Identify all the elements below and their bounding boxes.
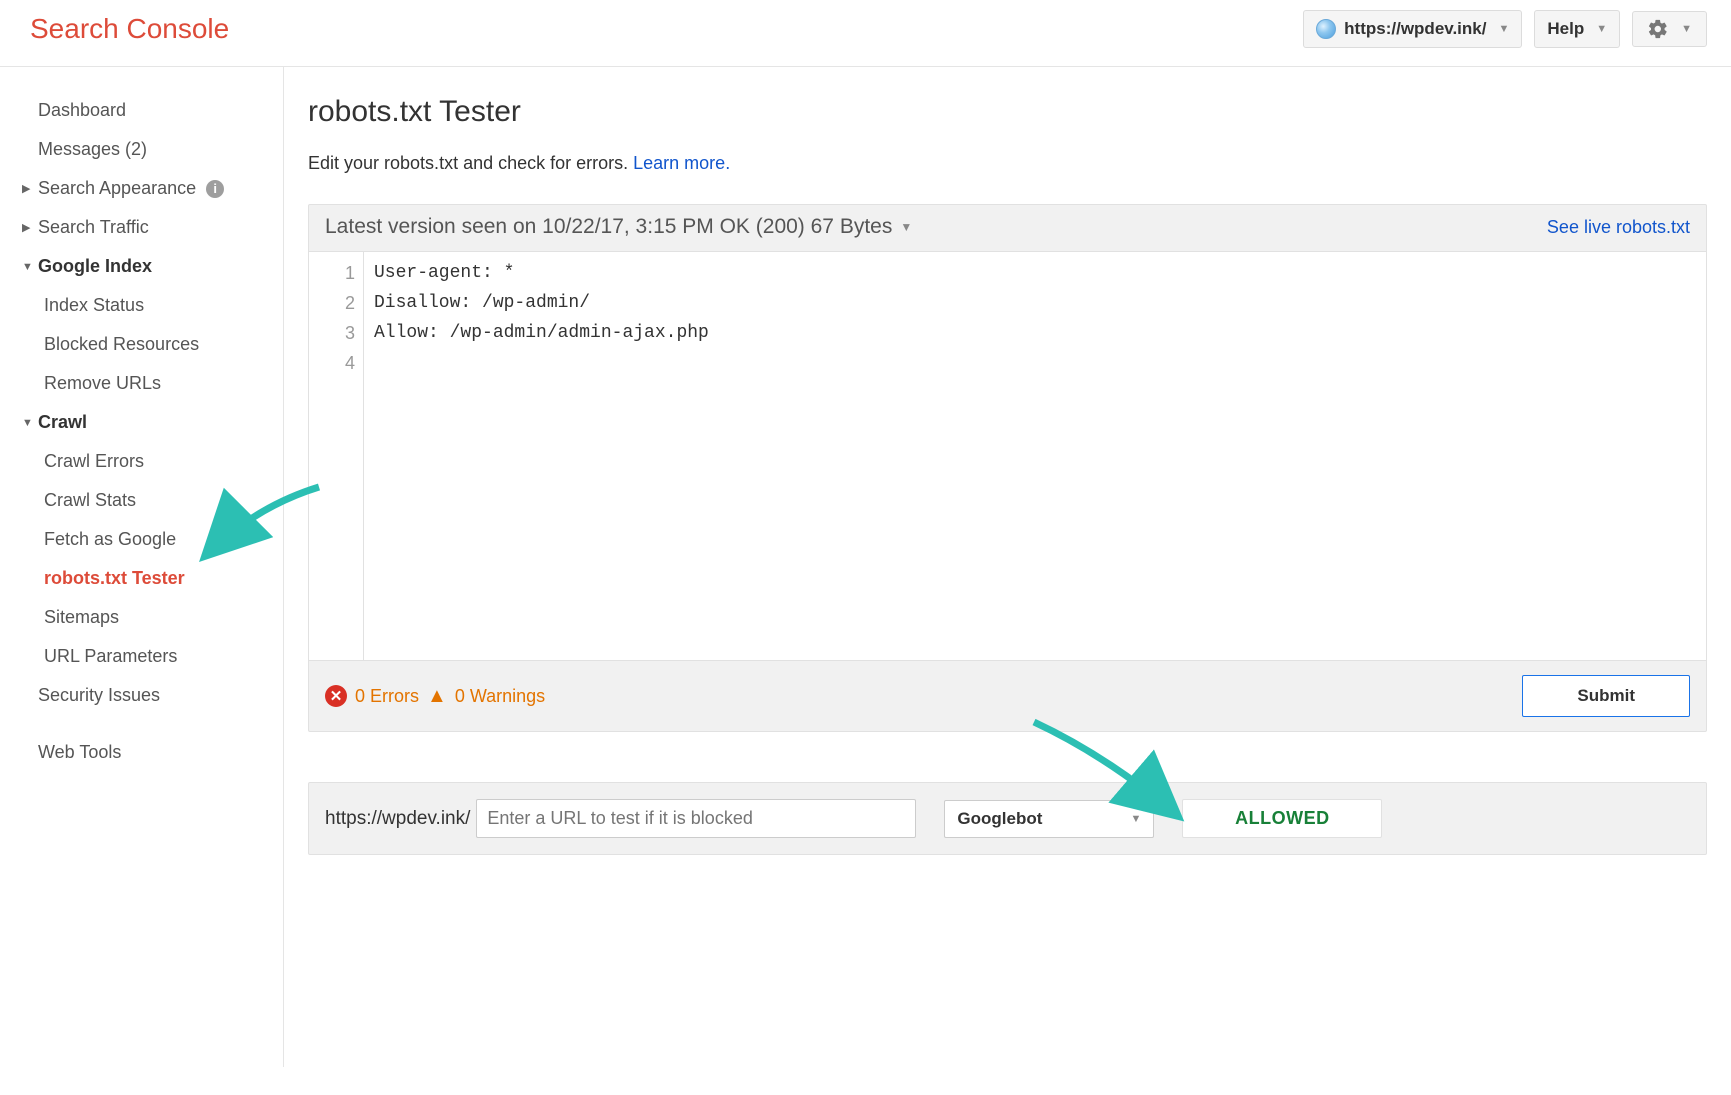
- help-button-label: Help: [1547, 19, 1584, 39]
- info-icon: i: [206, 180, 224, 198]
- sidebar-item-label: Crawl: [38, 412, 87, 433]
- sidebar-item-label: Search Traffic: [38, 217, 149, 238]
- top-bar: Search Console https://wpdev.ink/ ▼ Help…: [0, 0, 1731, 67]
- sidebar-item-blocked-resources[interactable]: Blocked Resources: [8, 325, 283, 364]
- url-prefix: https://wpdev.ink/: [325, 808, 472, 830]
- globe-icon: [1316, 19, 1336, 39]
- settings-button[interactable]: ▼: [1632, 11, 1707, 47]
- triangle-right-icon: [22, 182, 32, 195]
- version-label: Latest version seen on 10/22/17, 3:15 PM…: [325, 215, 892, 239]
- sidebar-item-sitemaps[interactable]: Sitemaps: [8, 598, 283, 637]
- triangle-right-icon: [22, 221, 32, 234]
- learn-more-link[interactable]: Learn more.: [633, 153, 730, 173]
- page-title: robots.txt Tester: [308, 95, 1707, 129]
- sidebar-item-label: robots.txt Tester: [44, 568, 185, 589]
- sidebar-item-label: Blocked Resources: [44, 334, 199, 355]
- chevron-down-icon: ▼: [1498, 23, 1509, 35]
- code-area[interactable]: User-agent: *Disallow: /wp-admin/Allow: …: [364, 252, 719, 660]
- errors-count: 0 Errors: [355, 686, 419, 707]
- test-result: ALLOWED: [1182, 799, 1382, 838]
- robots-panel: Latest version seen on 10/22/17, 3:15 PM…: [308, 204, 1707, 732]
- sidebar-item-label: URL Parameters: [44, 646, 177, 667]
- sidebar-item-robots-tester[interactable]: robots.txt Tester: [8, 559, 283, 598]
- url-input[interactable]: [476, 799, 916, 838]
- help-button[interactable]: Help ▼: [1534, 10, 1620, 48]
- property-selector[interactable]: https://wpdev.ink/ ▼: [1303, 10, 1522, 48]
- warnings-count: 0 Warnings: [455, 686, 545, 707]
- gear-icon: [1647, 18, 1669, 40]
- sidebar-item-label: Fetch as Google: [44, 529, 176, 550]
- code-line: User-agent: *: [374, 258, 709, 288]
- chevron-down-icon: ▼: [1681, 23, 1692, 35]
- subtitle-text: Edit your robots.txt and check for error…: [308, 153, 633, 173]
- version-dropdown[interactable]: Latest version seen on 10/22/17, 3:15 PM…: [325, 215, 912, 239]
- error-icon: ✕: [325, 685, 347, 707]
- sidebar-item-search-traffic[interactable]: Search Traffic: [8, 208, 283, 247]
- bot-select-label: Googlebot: [957, 809, 1042, 829]
- sidebar-item-label: Crawl Errors: [44, 451, 144, 472]
- sidebar-item-label: Crawl Stats: [44, 490, 136, 511]
- see-live-link[interactable]: See live robots.txt: [1547, 217, 1690, 238]
- triangle-down-icon: [22, 261, 32, 273]
- status-summary: ✕ 0 Errors ▲ 0 Warnings: [325, 685, 545, 708]
- sidebar-item-dashboard[interactable]: Dashboard: [8, 91, 283, 130]
- chevron-down-icon: ▼: [1596, 23, 1607, 35]
- sidebar-item-fetch-as-google[interactable]: Fetch as Google: [8, 520, 283, 559]
- sidebar-item-label: Web Tools: [38, 742, 121, 763]
- sidebar-item-google-index[interactable]: Google Index: [8, 247, 283, 286]
- sidebar-item-crawl[interactable]: Crawl: [8, 403, 283, 442]
- sidebar-item-search-appearance[interactable]: Search Appearance i: [8, 169, 283, 208]
- sidebar-item-remove-urls[interactable]: Remove URLs: [8, 364, 283, 403]
- app-logo[interactable]: Search Console: [30, 13, 229, 45]
- sidebar-item-label: Security Issues: [38, 685, 160, 706]
- sidebar-item-index-status[interactable]: Index Status: [8, 286, 283, 325]
- warning-icon: ▲: [427, 685, 447, 708]
- sidebar: Dashboard Messages (2) Search Appearance…: [0, 67, 284, 1067]
- submit-button[interactable]: Submit: [1522, 675, 1690, 717]
- code-line: Disallow: /wp-admin/: [374, 288, 709, 318]
- sidebar-item-label: Sitemaps: [44, 607, 119, 628]
- sidebar-item-label: Google Index: [38, 256, 152, 277]
- sidebar-item-label: Remove URLs: [44, 373, 161, 394]
- sidebar-item-label: Index Status: [44, 295, 144, 316]
- triangle-down-icon: [22, 417, 32, 429]
- result-label: ALLOWED: [1235, 808, 1329, 828]
- robots-editor[interactable]: 1234 User-agent: *Disallow: /wp-admin/Al…: [309, 251, 1706, 661]
- chevron-down-icon: ▼: [1131, 813, 1142, 825]
- page-subtitle: Edit your robots.txt and check for error…: [308, 153, 1707, 174]
- sidebar-item-url-parameters[interactable]: URL Parameters: [8, 637, 283, 676]
- chevron-down-icon: ▼: [900, 220, 912, 234]
- sidebar-item-web-tools[interactable]: Web Tools: [8, 733, 283, 772]
- test-row: https://wpdev.ink/ Googlebot ▼ ALLOWED: [308, 782, 1707, 855]
- sidebar-item-crawl-stats[interactable]: Crawl Stats: [8, 481, 283, 520]
- sidebar-item-label: Messages (2): [38, 139, 147, 160]
- bot-select[interactable]: Googlebot ▼: [944, 800, 1154, 838]
- sidebar-item-messages[interactable]: Messages (2): [8, 130, 283, 169]
- code-line: Allow: /wp-admin/admin-ajax.php: [374, 318, 709, 348]
- main-content: robots.txt Tester Edit your robots.txt a…: [284, 67, 1731, 1067]
- line-gutter: 1234: [309, 252, 364, 660]
- sidebar-item-security-issues[interactable]: Security Issues: [8, 676, 283, 715]
- sidebar-item-crawl-errors[interactable]: Crawl Errors: [8, 442, 283, 481]
- sidebar-item-label: Dashboard: [38, 100, 126, 121]
- property-selector-label: https://wpdev.ink/: [1344, 19, 1486, 39]
- sidebar-item-label: Search Appearance: [38, 178, 196, 199]
